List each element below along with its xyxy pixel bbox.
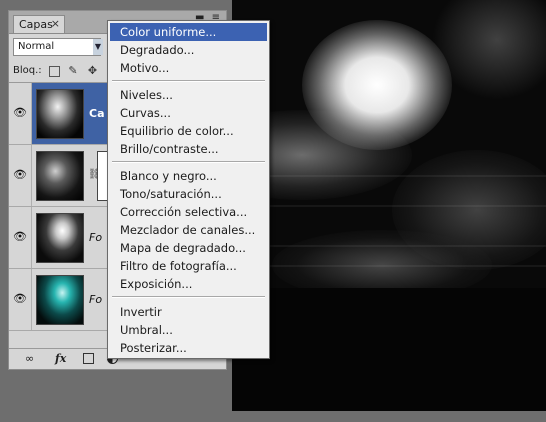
- menu-item-color-uniforme[interactable]: Color uniforme...: [110, 23, 267, 41]
- menu-item-mezclador-canales[interactable]: Mezclador de canales...: [110, 221, 267, 239]
- menu-item-correccion-selectiva[interactable]: Corrección selectiva...: [110, 203, 267, 221]
- lock-icons: ✎ ✥: [49, 64, 102, 77]
- layer-name[interactable]: Fo: [89, 293, 102, 306]
- layer-thumbnail: [36, 89, 84, 139]
- menu-item-brillo-contraste[interactable]: Brillo/contraste...: [110, 140, 267, 158]
- link-layers-icon[interactable]: ∞: [25, 352, 34, 365]
- eye-icon[interactable]: 👁: [13, 107, 27, 119]
- image-streak: [232, 205, 546, 207]
- menu-item-equilibrio-color[interactable]: Equilibrio de color...: [110, 122, 267, 140]
- layer-name[interactable]: Fo: [89, 231, 102, 244]
- image-streak: [232, 175, 546, 177]
- menu-separator: [112, 161, 265, 163]
- eye-icon[interactable]: 👁: [13, 169, 27, 181]
- menu-item-invertir[interactable]: Invertir: [110, 303, 267, 321]
- layer-name[interactable]: Ca: [89, 107, 105, 120]
- menu-item-mapa-degradado[interactable]: Mapa de degradado...: [110, 239, 267, 257]
- layer-thumbnail: [36, 275, 84, 325]
- image-streak: [232, 245, 546, 247]
- tab-label: Capas: [19, 18, 53, 31]
- menu-item-tono-saturacion[interactable]: Tono/saturación...: [110, 185, 267, 203]
- document-canvas[interactable]: [232, 0, 546, 411]
- tab-capas[interactable]: Capas ×: [13, 15, 65, 33]
- menu-item-posterizar[interactable]: Posterizar...: [110, 339, 267, 357]
- lock-label: Bloq.:: [13, 65, 42, 76]
- close-icon[interactable]: ×: [51, 17, 60, 30]
- adjustment-layer-menu: Color uniforme... Degradado... Motivo...…: [107, 20, 270, 359]
- lock-pixels-icon[interactable]: ✎: [67, 65, 80, 77]
- layer-thumbnail: [36, 151, 84, 201]
- fx-icon[interactable]: fx: [55, 352, 66, 365]
- eye-icon[interactable]: 👁: [13, 231, 27, 243]
- menu-separator: [112, 296, 265, 298]
- add-mask-icon[interactable]: [83, 353, 94, 364]
- layer-thumbnail: [36, 213, 84, 263]
- menu-item-curvas[interactable]: Curvas...: [110, 104, 267, 122]
- lock-position-icon[interactable]: ✥: [86, 65, 99, 77]
- menu-item-blanco-negro[interactable]: Blanco y negro...: [110, 167, 267, 185]
- blend-mode-select[interactable]: Normal: [13, 38, 101, 56]
- menu-separator: [112, 80, 265, 82]
- image-streak: [232, 265, 546, 267]
- menu-item-filtro-fotografia[interactable]: Filtro de fotografía...: [110, 257, 267, 275]
- menu-item-motivo[interactable]: Motivo...: [110, 59, 267, 77]
- chevron-down-icon[interactable]: ▼: [93, 39, 103, 55]
- menu-item-exposicion[interactable]: Exposición...: [110, 275, 267, 293]
- image-dark-region: [232, 288, 546, 411]
- menu-item-degradado[interactable]: Degradado...: [110, 41, 267, 59]
- menu-item-niveles[interactable]: Niveles...: [110, 86, 267, 104]
- menu-item-umbral[interactable]: Umbral...: [110, 321, 267, 339]
- eye-icon[interactable]: 👁: [13, 293, 27, 305]
- lock-transparency-icon[interactable]: [49, 65, 60, 77]
- image-highlight: [302, 20, 452, 150]
